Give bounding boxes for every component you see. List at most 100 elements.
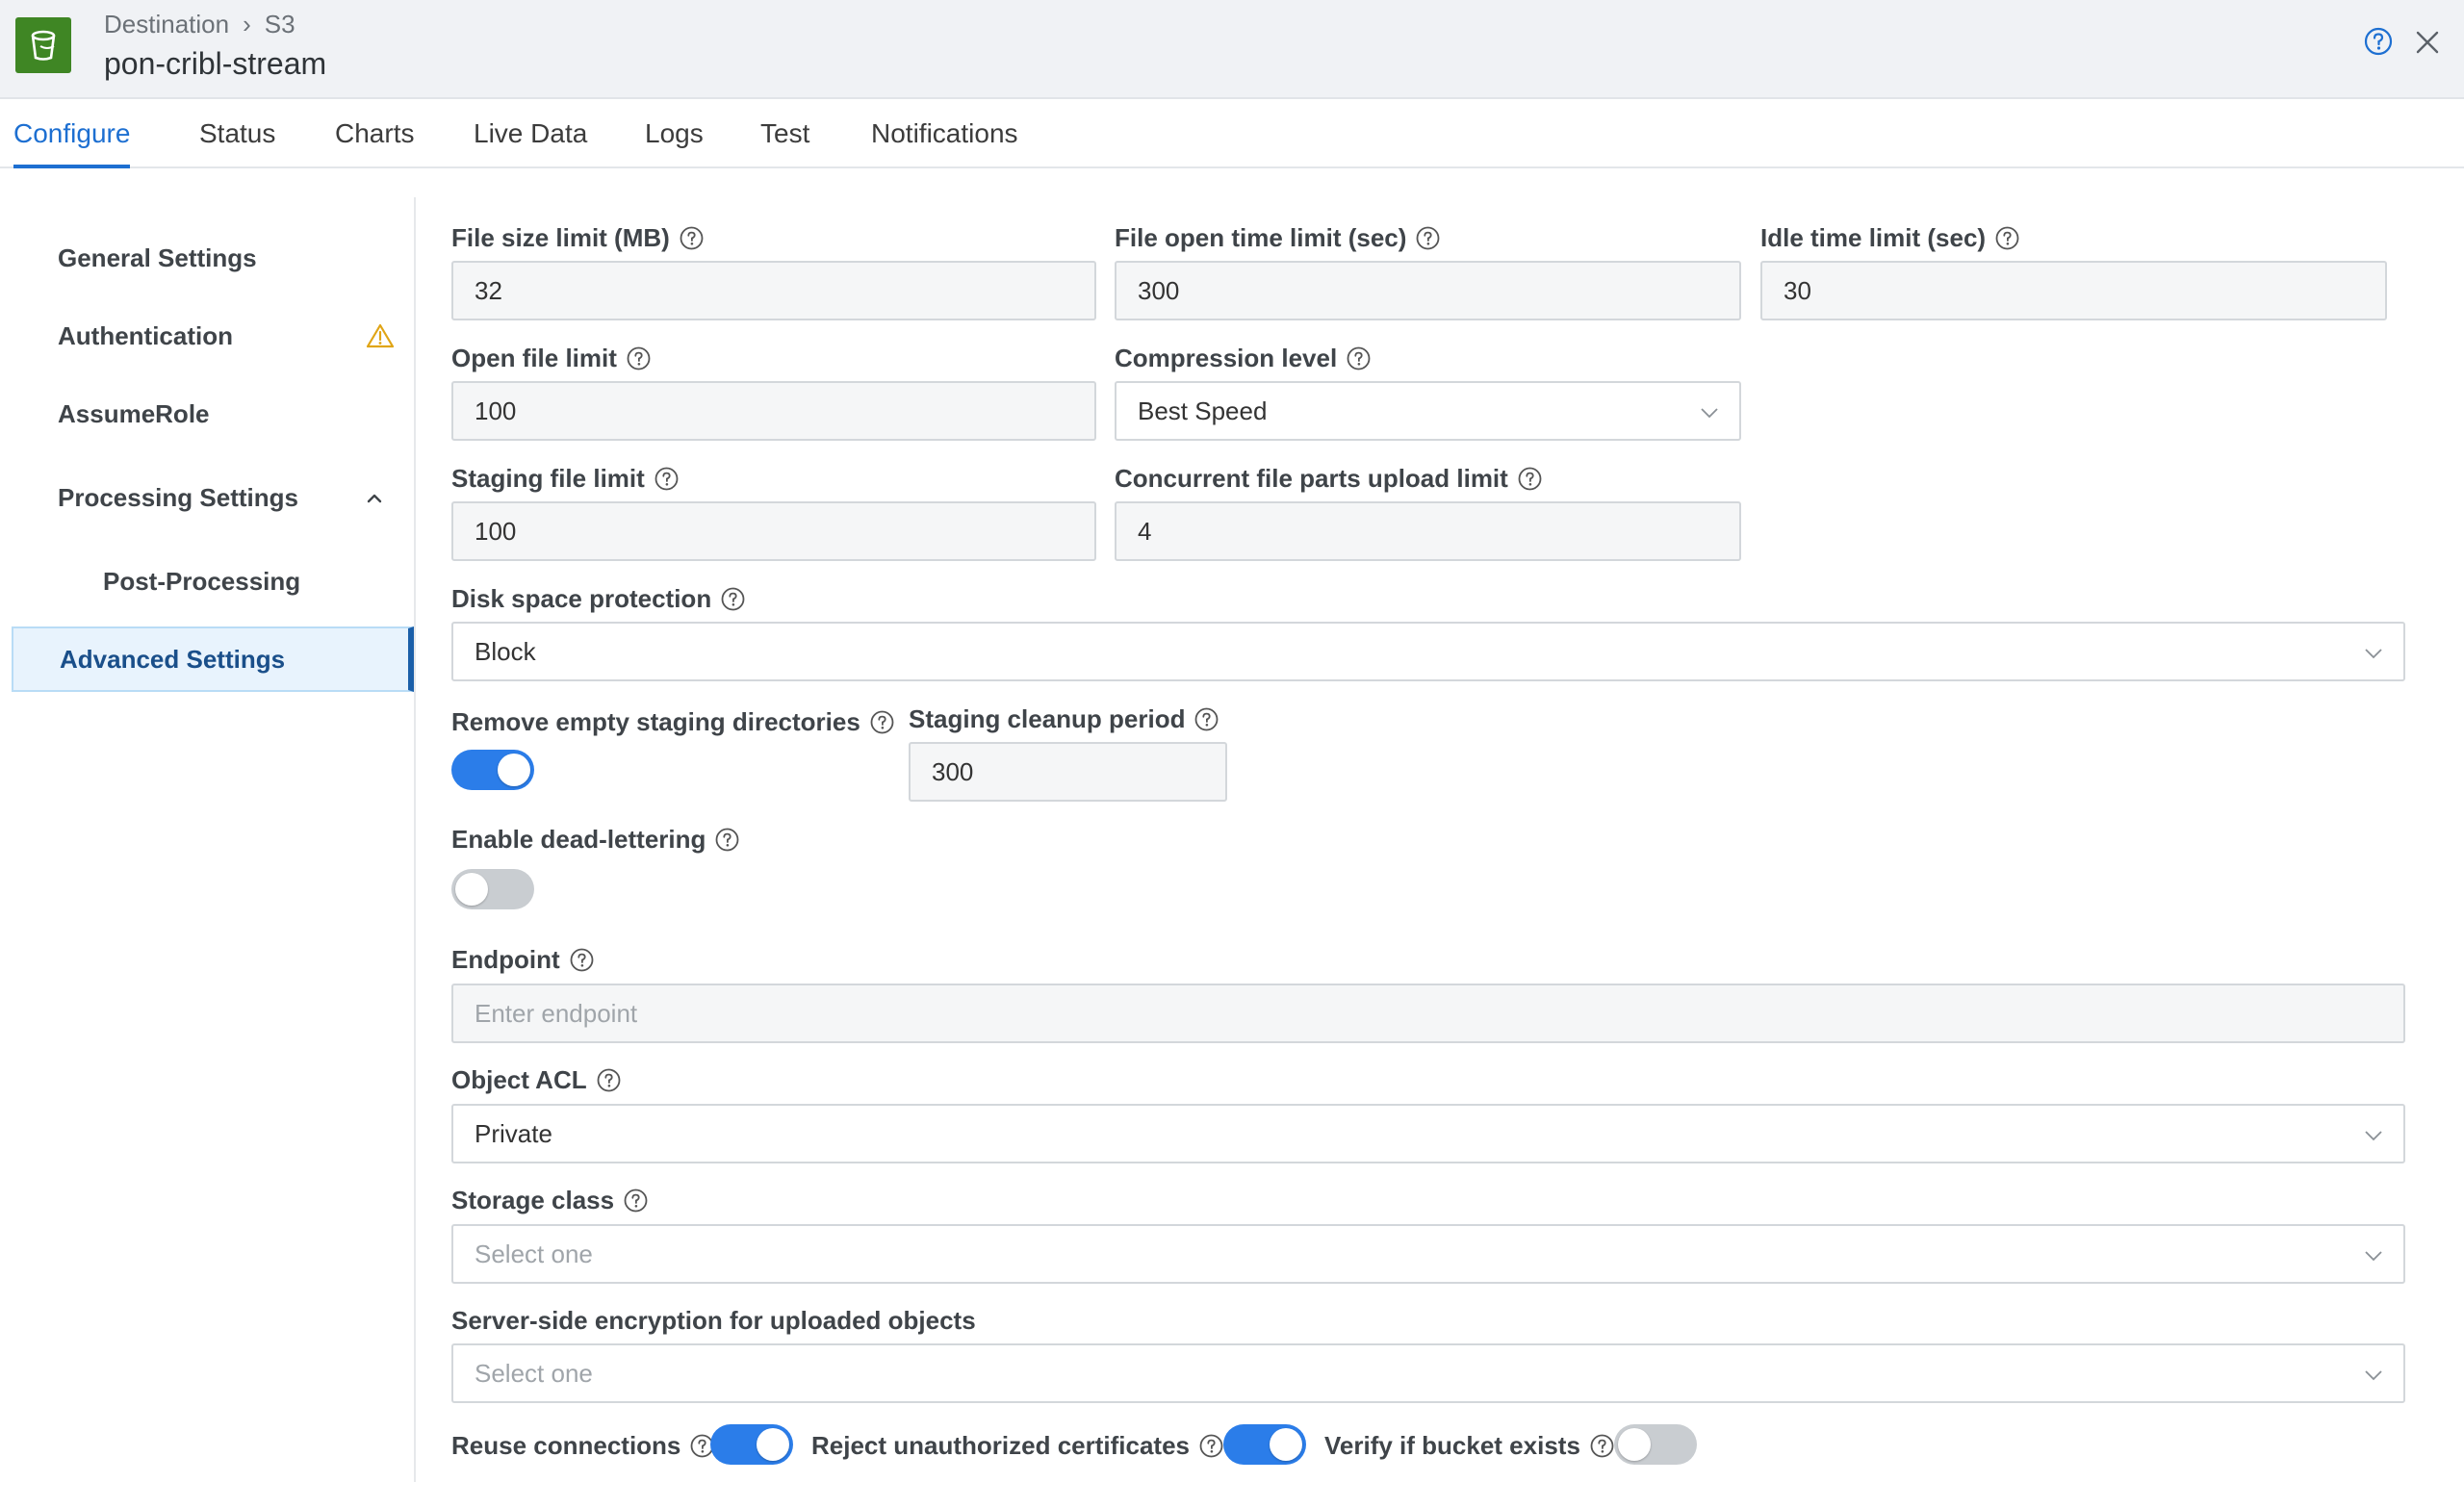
breadcrumb-separator: › xyxy=(243,10,251,38)
chevron-up-icon[interactable] xyxy=(364,486,385,507)
verify-bucket-toggle[interactable] xyxy=(1614,1424,1697,1465)
label-text: Endpoint xyxy=(451,945,560,974)
help-icon[interactable] xyxy=(570,948,594,972)
reject-unauthorized-label: Reject unauthorized certificates xyxy=(811,1431,1223,1461)
label-text: Compression level xyxy=(1115,344,1338,372)
remove-empty-staging-toggle[interactable] xyxy=(451,750,534,790)
dead-lettering-label: Enable dead-lettering xyxy=(451,825,739,855)
tab-bar: Configure Status Charts Live Data Logs T… xyxy=(0,99,2464,168)
destination-name: pon-cribl-stream xyxy=(104,46,327,81)
server-side-encryption-label: Server-side encryption for uploaded obje… xyxy=(451,1306,976,1336)
staging-file-limit-input[interactable] xyxy=(451,501,1096,561)
file-size-limit-input[interactable] xyxy=(451,261,1096,320)
sidebar-item-advanced-settings[interactable]: Advanced Settings xyxy=(12,626,414,692)
sidebar-item-authentication[interactable]: Authentication xyxy=(12,303,414,369)
compression-level-label: Compression level xyxy=(1115,344,1371,373)
sidebar-item-label: Processing Settings xyxy=(58,482,298,512)
help-icon[interactable] xyxy=(627,346,651,371)
sidebar-item-label: Advanced Settings xyxy=(60,644,286,674)
storage-class-select[interactable]: Select one xyxy=(451,1224,2405,1284)
object-acl-label: Object ACL xyxy=(451,1065,621,1095)
label-text: Verify if bucket exists xyxy=(1324,1431,1580,1460)
sidebar-item-label: General Settings xyxy=(58,243,257,272)
server-side-encryption-select[interactable]: Select one xyxy=(451,1343,2405,1403)
remove-empty-staging-label: Remove empty staging directories xyxy=(451,707,894,737)
open-file-limit-input[interactable] xyxy=(451,381,1096,441)
help-icon[interactable] xyxy=(597,1068,621,1092)
tab-charts[interactable]: Charts xyxy=(335,99,414,166)
toggle-knob xyxy=(455,873,488,906)
label-text: Reuse connections xyxy=(451,1431,681,1460)
sidebar: General Settings Authentication AssumeRo… xyxy=(0,197,416,1482)
open-file-limit-label: Open file limit xyxy=(451,344,651,373)
concurrent-upload-limit-input[interactable] xyxy=(1115,501,1741,561)
disk-space-protection-value: Block xyxy=(475,636,536,666)
endpoint-input[interactable] xyxy=(451,984,2405,1043)
help-icon[interactable] xyxy=(1194,707,1219,731)
tab-status[interactable]: Status xyxy=(199,99,275,166)
help-icon[interactable] xyxy=(870,710,894,734)
breadcrumb-destination[interactable]: Destination xyxy=(104,10,229,39)
label-text: File size limit (MB) xyxy=(451,223,670,252)
label-text: Staging file limit xyxy=(451,464,645,493)
label-text: Reject unauthorized certificates xyxy=(811,1431,1190,1460)
label-text: Storage class xyxy=(451,1186,615,1214)
toggle-knob xyxy=(1618,1428,1651,1461)
label-text: Idle time limit (sec) xyxy=(1760,223,1987,252)
help-icon[interactable] xyxy=(1416,226,1440,250)
help-icon[interactable] xyxy=(624,1189,648,1213)
reuse-connections-toggle[interactable] xyxy=(710,1424,793,1465)
help-icon[interactable] xyxy=(1590,1434,1614,1458)
header: Destination › S3 pon-cribl-stream xyxy=(0,0,2464,99)
endpoint-label: Endpoint xyxy=(451,945,594,975)
chevron-down-icon xyxy=(2365,649,2382,659)
close-icon[interactable] xyxy=(2414,29,2441,56)
help-icon[interactable] xyxy=(2364,27,2393,56)
staging-file-limit-label: Staging file limit xyxy=(451,464,679,494)
help-icon[interactable] xyxy=(1995,226,2019,250)
concurrent-upload-limit-label: Concurrent file parts upload limit xyxy=(1115,464,1542,494)
help-icon[interactable] xyxy=(715,828,739,852)
staging-cleanup-period-input[interactable] xyxy=(909,742,1227,802)
chevron-down-icon xyxy=(2365,1131,2382,1141)
sidebar-item-assumerole[interactable]: AssumeRole xyxy=(12,381,414,447)
label-text: Disk space protection xyxy=(451,584,712,613)
tab-configure[interactable]: Configure xyxy=(13,99,131,168)
disk-space-protection-select[interactable]: Block xyxy=(451,622,2405,681)
compression-level-select[interactable]: Best Speed xyxy=(1115,381,1741,441)
tab-test[interactable]: Test xyxy=(760,99,809,166)
object-acl-select[interactable]: Private xyxy=(451,1104,2405,1163)
help-icon[interactable] xyxy=(654,467,679,491)
help-icon[interactable] xyxy=(1518,467,1542,491)
label-text: Staging cleanup period xyxy=(909,704,1186,733)
sidebar-item-label: Authentication xyxy=(58,320,233,350)
help-icon[interactable] xyxy=(1199,1434,1223,1458)
chevron-down-icon xyxy=(2365,1370,2382,1381)
file-open-time-limit-label: File open time limit (sec) xyxy=(1115,223,1440,253)
tab-notifications[interactable]: Notifications xyxy=(871,99,1018,166)
object-acl-value: Private xyxy=(475,1118,552,1148)
reject-unauthorized-toggle[interactable] xyxy=(1223,1424,1306,1465)
sidebar-item-processing-settings[interactable]: Processing Settings xyxy=(12,465,414,530)
label-text: Concurrent file parts upload limit xyxy=(1115,464,1508,493)
tab-logs[interactable]: Logs xyxy=(645,99,704,166)
help-icon[interactable] xyxy=(680,226,704,250)
reuse-connections-label: Reuse connections xyxy=(451,1431,714,1461)
chevron-down-icon xyxy=(2365,1251,2382,1262)
help-icon[interactable] xyxy=(1347,346,1371,371)
tab-live-data[interactable]: Live Data xyxy=(474,99,587,166)
label-text: Open file limit xyxy=(451,344,617,372)
disk-space-protection-label: Disk space protection xyxy=(451,584,745,614)
idle-time-limit-label: Idle time limit (sec) xyxy=(1760,223,2019,253)
sidebar-item-general-settings[interactable]: General Settings xyxy=(12,225,414,291)
label-text: Remove empty staging directories xyxy=(451,707,860,736)
label-text: File open time limit (sec) xyxy=(1115,223,1407,252)
dead-lettering-toggle[interactable] xyxy=(451,869,534,909)
s3-bucket-icon xyxy=(15,17,71,73)
idle-time-limit-input[interactable] xyxy=(1760,261,2387,320)
file-open-time-limit-input[interactable] xyxy=(1115,261,1741,320)
breadcrumb-s3: S3 xyxy=(264,10,295,38)
storage-class-placeholder: Select one xyxy=(475,1239,593,1268)
help-icon[interactable] xyxy=(721,587,745,611)
sidebar-item-post-processing[interactable]: Post-Processing xyxy=(12,549,414,614)
